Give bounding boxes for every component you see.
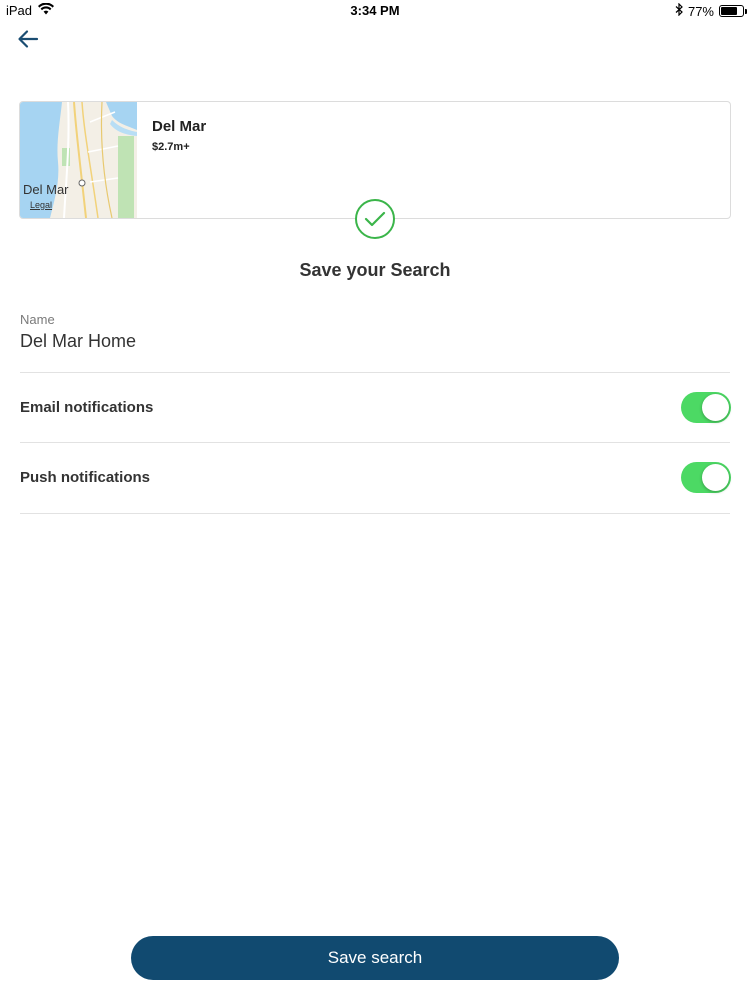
email-notifications-label: Email notifications [20,399,154,416]
status-bar: iPad 3:34 PM 77% [0,0,750,22]
card-title: Del Mar [152,118,207,135]
divider [20,372,730,373]
map-thumbnail: Del Mar Legal [20,102,137,218]
status-time: 3:34 PM [350,3,400,18]
battery-percent: 77% [687,3,714,19]
map-legal-link[interactable]: Legal [30,200,52,210]
page-title: Save your Search [299,260,451,280]
back-button[interactable] [14,28,42,54]
card-price: $2.7m+ [152,141,190,153]
status-right: 77% [675,2,747,19]
battery-fill [721,7,738,15]
name-label: Name [20,312,55,327]
checkmark-icon [355,199,395,239]
battery-icon [719,5,747,17]
divider [20,442,730,443]
bluetooth-icon [675,2,683,19]
arrow-left-icon [17,29,39,54]
map-place-label: Del Mar [23,182,69,197]
push-notifications-label: Push notifications [20,469,151,486]
divider [20,513,730,514]
toggle-knob [702,464,729,491]
push-notifications-toggle[interactable] [681,462,731,493]
save-search-button[interactable]: Save search [131,936,619,980]
email-notifications-toggle[interactable] [681,392,731,423]
toggle-knob [702,394,729,421]
name-input[interactable] [20,331,620,352]
